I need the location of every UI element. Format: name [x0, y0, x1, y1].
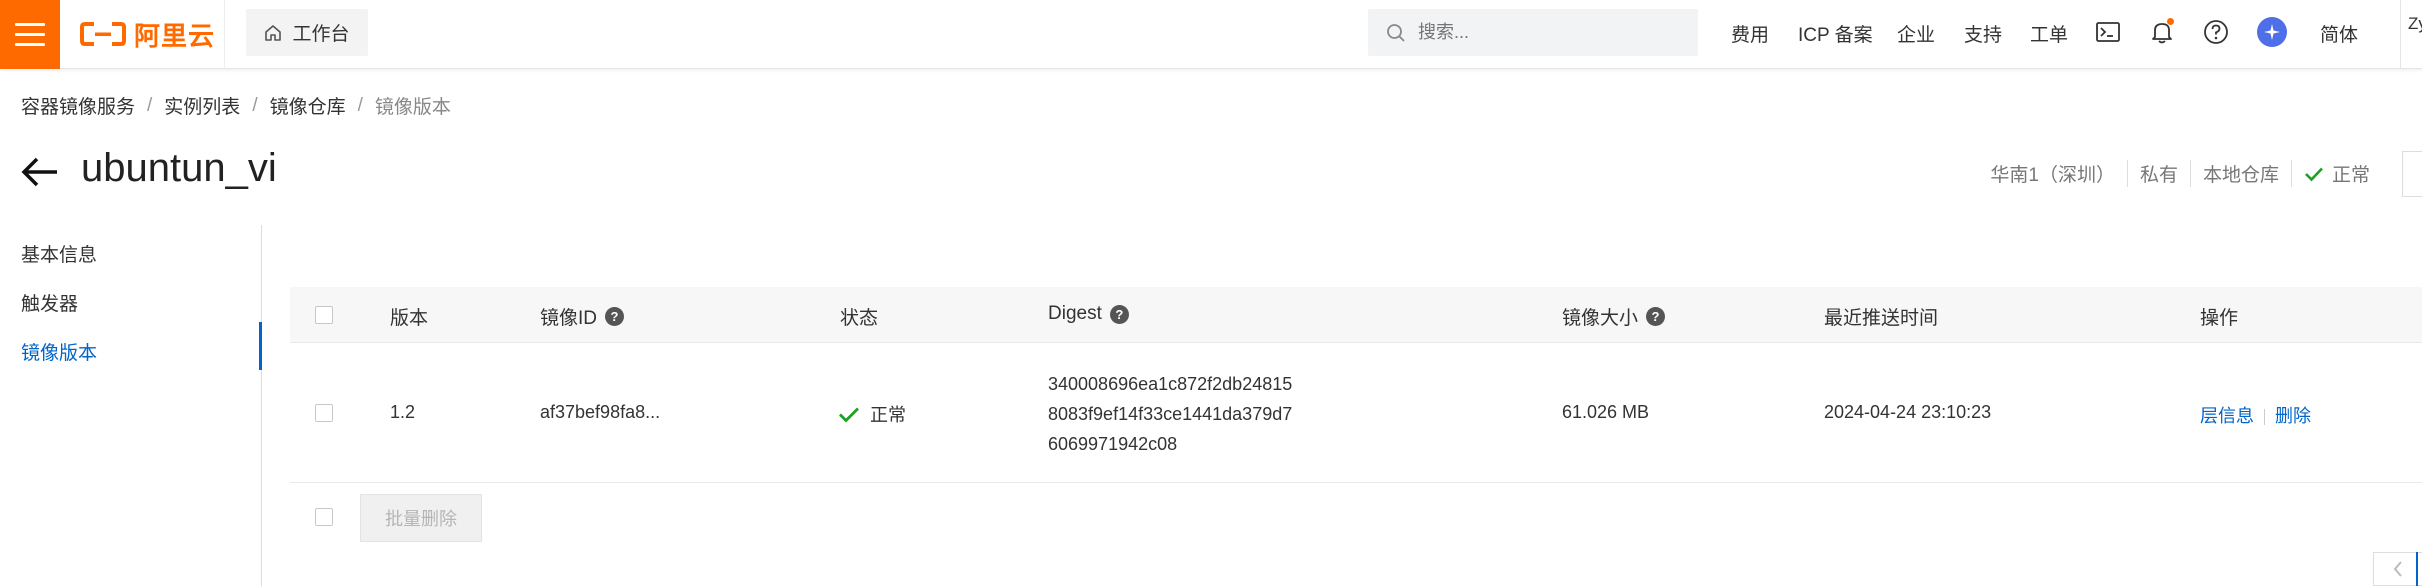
- nav-link-enterprise[interactable]: 企业: [1897, 20, 1935, 47]
- action-separator: [2264, 409, 2265, 426]
- meta-status: 正常: [2290, 160, 2382, 187]
- repository-meta: 华南1（深圳） 私有 本地仓库 正常: [1978, 160, 2382, 187]
- check-icon: [2305, 167, 2323, 181]
- chevron-left-icon: [2393, 561, 2402, 577]
- column-header: 操作: [2200, 303, 2238, 330]
- menu-icon[interactable]: [0, 0, 60, 69]
- meta-visibility: 私有: [2126, 160, 2190, 187]
- digest-line: 8083f9ef14f33ce1441da379d7: [1048, 404, 1293, 424]
- meta-status-label: 正常: [2331, 165, 2370, 186]
- aliyun-logo[interactable]: 阿里云: [80, 16, 215, 52]
- search-box[interactable]: [1368, 9, 1698, 56]
- nav-link-billing[interactable]: 费用: [1731, 20, 1769, 47]
- search-icon: [1387, 23, 1405, 42]
- workbench-button[interactable]: 工作台: [246, 9, 368, 56]
- breadcrumb-item[interactable]: 镜像仓库: [270, 92, 346, 119]
- help-icon[interactable]: [2201, 17, 2231, 47]
- breadcrumb-separator: /: [357, 94, 363, 116]
- divider: [2400, 0, 2401, 69]
- sidebar-active-indicator: [259, 322, 262, 370]
- terminal-icon[interactable]: [2093, 17, 2123, 47]
- user-account[interactable]: Zy: [2408, 14, 2422, 34]
- column-header: 最近推送时间: [1824, 303, 1938, 330]
- breadcrumb-item[interactable]: 容器镜像服务: [21, 92, 135, 119]
- cell-size: 61.026 MB: [1562, 402, 1650, 422]
- aliyun-logo-mark-icon: [80, 22, 126, 46]
- sparkle-icon: [2264, 24, 2280, 40]
- row-checkbox[interactable]: [315, 404, 333, 422]
- column-header: 镜像ID?: [540, 303, 625, 330]
- meta-region: 华南1（深圳）: [1990, 165, 2115, 186]
- sidebar-item-basic-info[interactable]: 基本信息: [21, 240, 97, 267]
- back-arrow-icon[interactable]: [20, 152, 60, 192]
- layer-info-link[interactable]: 层信息: [2200, 406, 2254, 426]
- digest-line: 6069971942c08: [1048, 434, 1178, 454]
- divider: [224, 0, 225, 69]
- column-header: Digest?: [1048, 303, 1129, 325]
- column-header-label: 镜像大小: [1562, 308, 1639, 329]
- top-navigation-bar: 阿里云 工作台 费用 ICP 备案 企业 支持 工单: [0, 0, 2422, 69]
- cell-digest: 340008696ea1c872f2db24815 8083f9ef14f33c…: [1048, 369, 1292, 459]
- more-button[interactable]: [2402, 151, 2422, 197]
- bell-icon[interactable]: [2147, 17, 2177, 47]
- home-icon: [265, 24, 282, 41]
- pagination-current[interactable]: [2416, 552, 2422, 586]
- cell-version: 1.2: [390, 402, 416, 422]
- nav-link-ticket[interactable]: 工单: [2030, 20, 2068, 47]
- cell-status: 正常: [838, 401, 906, 427]
- batch-delete-button[interactable]: 批量删除: [360, 494, 482, 542]
- cell-actions: 层信息 删除: [2200, 402, 2311, 428]
- digest-line: 340008696ea1c872f2db24815: [1048, 374, 1293, 394]
- cell-image-id: af37bef98fa8...: [540, 402, 661, 422]
- column-header: 版本: [390, 303, 428, 330]
- meta-repo-type: 本地仓库: [2189, 160, 2291, 187]
- column-header-label: Digest: [1048, 303, 1102, 324]
- notification-dot: [2167, 18, 2174, 25]
- search-input[interactable]: [1418, 22, 1668, 43]
- column-header-label: 镜像ID: [540, 308, 598, 329]
- language-switch[interactable]: 简体: [2320, 20, 2358, 47]
- question-icon[interactable]: ?: [1109, 304, 1129, 324]
- breadcrumb-separator: /: [252, 94, 258, 116]
- column-header-label: 最近推送时间: [1824, 308, 1939, 329]
- nav-link-icp[interactable]: ICP 备案: [1798, 20, 1873, 47]
- sidebar: [0, 225, 262, 586]
- image-version-table: 版本 镜像ID? 状态 Digest? 镜像大小? 最近推送时间 操作 1.2 …: [290, 287, 2422, 483]
- workbench-label: 工作台: [292, 24, 350, 45]
- pagination-prev[interactable]: [2373, 552, 2422, 586]
- select-all-checkbox[interactable]: [315, 306, 333, 324]
- column-header-label: 操作: [2200, 308, 2239, 329]
- batch-select-checkbox[interactable]: [315, 508, 333, 526]
- table-row: 1.2 af37bef98fa8... 正常 340008696ea1c872f…: [290, 343, 2422, 483]
- breadcrumb-current: 镜像版本: [374, 97, 451, 118]
- breadcrumb-separator: /: [147, 94, 153, 116]
- column-header-label: 状态: [840, 308, 879, 329]
- column-header: 镜像大小?: [1562, 303, 1666, 330]
- column-header: 状态: [840, 303, 878, 330]
- question-icon[interactable]: ?: [605, 307, 625, 326]
- table-header: 版本 镜像ID? 状态 Digest? 镜像大小? 最近推送时间 操作: [290, 287, 2422, 343]
- breadcrumb-item[interactable]: 实例列表: [164, 92, 240, 119]
- cell-pushed-at: 2024-04-24 23:10:23: [1824, 402, 1992, 422]
- sidebar-item-image-versions[interactable]: 镜像版本: [21, 338, 97, 365]
- logo-text: 阿里云: [134, 20, 216, 51]
- delete-link[interactable]: 删除: [2275, 406, 2311, 426]
- status-label: 正常: [870, 405, 906, 425]
- assistant-avatar[interactable]: [2257, 17, 2287, 47]
- nav-link-support[interactable]: 支持: [1964, 20, 2002, 47]
- batch-actions: 批量删除: [290, 490, 2422, 550]
- page-title: ubuntun_vi: [81, 146, 277, 190]
- sidebar-item-trigger[interactable]: 触发器: [21, 289, 78, 316]
- question-icon[interactable]: ?: [1646, 307, 1666, 326]
- breadcrumb: 容器镜像服务 / 实例列表 / 镜像仓库 / 镜像版本: [21, 92, 451, 119]
- check-icon: [839, 407, 859, 422]
- column-header-label: 版本: [390, 308, 429, 329]
